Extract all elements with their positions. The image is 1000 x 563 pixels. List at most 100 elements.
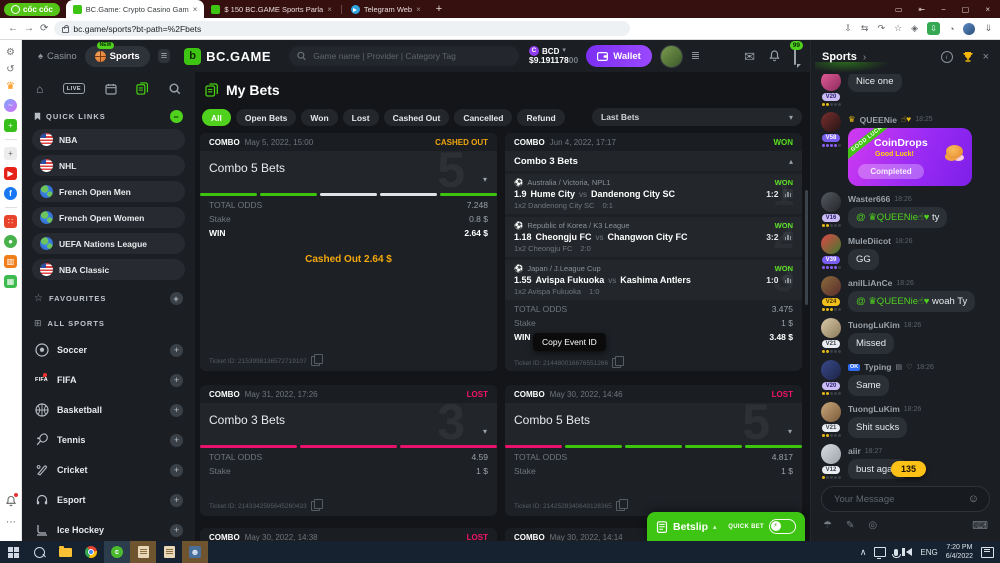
- expand-sport-button[interactable]: +: [170, 434, 183, 447]
- facebook-icon[interactable]: f: [4, 187, 17, 200]
- filter-cashed-out[interactable]: Cashed Out: [384, 109, 450, 126]
- taskbar-search-icon[interactable]: [26, 541, 52, 563]
- expand-caret-icon[interactable]: ▾: [788, 427, 792, 436]
- clock[interactable]: 7:20 PM 6/4/2022: [946, 543, 973, 561]
- mention[interactable]: @ ♛QUEENie☝♥: [856, 296, 929, 307]
- sidebar-sport-soccer[interactable]: Soccer +: [32, 335, 185, 365]
- username[interactable]: aiir: [848, 446, 861, 456]
- collapse-quick-links-button[interactable]: −: [170, 110, 183, 123]
- microphone-icon[interactable]: [894, 549, 898, 556]
- sidebar-item-nhl[interactable]: NHL: [32, 155, 185, 176]
- copy-icon[interactable]: [311, 501, 320, 511]
- tab-close-icon[interactable]: ×: [416, 5, 421, 14]
- username[interactable]: QUEENie: [860, 115, 897, 125]
- expand-sport-button[interactable]: +: [170, 344, 183, 357]
- avatar[interactable]: [821, 74, 841, 91]
- calendar-icon[interactable]: [105, 83, 117, 95]
- calculator-icon[interactable]: ▦: [4, 275, 17, 288]
- sidebar-item-nba-classic[interactable]: NBA Classic: [32, 259, 185, 280]
- filter-all[interactable]: All: [202, 109, 231, 126]
- action-center-icon[interactable]: [981, 547, 994, 558]
- settings-gear-icon[interactable]: ⚙: [6, 48, 15, 58]
- app-grid-icon[interactable]: ∷: [4, 215, 17, 228]
- share-icon[interactable]: ↷: [877, 23, 885, 34]
- user-avatar[interactable]: [660, 45, 683, 68]
- language-indicator[interactable]: ENG: [920, 548, 937, 557]
- filter-won[interactable]: Won: [301, 109, 337, 126]
- username[interactable]: MuleDiicot: [848, 236, 891, 246]
- coccoc-taskbar-icon[interactable]: c: [104, 541, 130, 563]
- extensions-icon[interactable]: ◔: [949, 24, 954, 34]
- sidebar-item-nba[interactable]: NBA: [32, 129, 185, 150]
- save-page-icon[interactable]: ⇩: [844, 23, 852, 34]
- bell-icon[interactable]: [769, 50, 780, 62]
- copy-icon[interactable]: [612, 358, 621, 368]
- sort-dropdown[interactable]: Last Bets ▾: [592, 108, 802, 126]
- username[interactable]: Waster666: [848, 194, 890, 204]
- copy-icon[interactable]: [616, 501, 625, 511]
- avatar[interactable]: [821, 360, 841, 380]
- chat-rules-icon[interactable]: ✎: [846, 520, 854, 531]
- window-maximize-button[interactable]: ▢: [962, 5, 970, 14]
- notifications-bell-icon[interactable]: [0, 495, 22, 507]
- speaker-icon[interactable]: [906, 548, 912, 556]
- sidebar-item-french-open-women[interactable]: French Open Women: [32, 207, 185, 228]
- expand-caret-icon[interactable]: ▾: [483, 427, 487, 436]
- tab-close-icon[interactable]: ×: [193, 5, 198, 14]
- expand-sport-button[interactable]: +: [170, 494, 183, 507]
- collapse-caret-icon[interactable]: ▴: [789, 157, 793, 166]
- window-minimize-button[interactable]: −: [941, 5, 946, 14]
- chat-close-icon[interactable]: ×: [983, 51, 989, 63]
- sidebar-sport-fifa[interactable]: FIFA FIFA +: [32, 365, 185, 395]
- translate-icon[interactable]: ⇆: [861, 23, 869, 34]
- add-favourite-button[interactable]: +: [170, 292, 183, 305]
- avatar[interactable]: [821, 112, 841, 132]
- add-shortcut-icon[interactable]: +: [4, 147, 17, 160]
- photos-app-icon[interactable]: ☻: [182, 541, 208, 563]
- network-icon[interactable]: [874, 547, 886, 557]
- wallet-button[interactable]: Wallet: [586, 45, 652, 67]
- url-field[interactable]: bc.game/sports?bt-path=%2Fbets: [54, 21, 630, 36]
- nav-sports[interactable]: NEW Sports: [85, 46, 150, 67]
- emoji-icon[interactable]: ☺: [968, 493, 979, 505]
- main-scrollbar[interactable]: [805, 190, 808, 305]
- games-icon[interactable]: +: [4, 119, 17, 132]
- sports-app-icon[interactable]: ●: [4, 235, 17, 248]
- tab-close-icon[interactable]: ×: [327, 5, 332, 14]
- sidebar-item-french-open-men[interactable]: French Open Men: [32, 181, 185, 202]
- betslip-bar[interactable]: Betslip ▴ QUICK BET ⚡: [647, 512, 805, 541]
- message-input[interactable]: [832, 493, 968, 506]
- tip-coin-icon[interactable]: ◎: [868, 520, 877, 531]
- search-input[interactable]: [311, 50, 511, 62]
- crown-rewards-icon[interactable]: ♛: [6, 82, 15, 92]
- pin-icon[interactable]: ⇤: [918, 5, 925, 14]
- my-bets-icon[interactable]: [136, 82, 149, 95]
- keyboard-icon[interactable]: ⌨: [972, 519, 988, 532]
- avatar[interactable]: [821, 318, 841, 338]
- chevron-right-icon[interactable]: ›: [863, 52, 866, 63]
- app-window-icon[interactable]: [130, 541, 156, 563]
- reader-mode-icon[interactable]: ▭: [895, 5, 903, 14]
- window-close-button[interactable]: ×: [985, 5, 990, 14]
- coindrops-completed-button[interactable]: Completed: [858, 164, 924, 179]
- avatar[interactable]: [821, 444, 841, 464]
- sidebar-sport-basketball[interactable]: Basketball +: [32, 395, 185, 425]
- sidebar-sport-esport[interactable]: Esport +: [32, 485, 185, 515]
- new-tab-button[interactable]: +: [436, 3, 442, 15]
- sidebar-sport-cricket[interactable]: Cricket +: [32, 455, 185, 485]
- start-button[interactable]: [0, 541, 26, 563]
- avatar[interactable]: [821, 192, 841, 212]
- browser-profile-avatar[interactable]: [963, 23, 975, 35]
- game-search[interactable]: [289, 46, 519, 66]
- browser-tab-bcgame[interactable]: BC.Game: Crypto Casino Gam ×: [66, 0, 205, 18]
- sidebar-sport-tennis[interactable]: Tennis +: [32, 425, 185, 455]
- coin-rain-icon[interactable]: ☂: [823, 520, 832, 531]
- filter-cancelled[interactable]: Cancelled: [454, 109, 512, 126]
- app-window-icon[interactable]: [156, 541, 182, 563]
- balance-selector[interactable]: C BCD ▾ $9.19117800: [529, 46, 578, 66]
- back-icon[interactable]: ←: [8, 23, 18, 34]
- profile-menu-icon[interactable]: ≣: [691, 51, 700, 62]
- youtube-icon[interactable]: ▶: [4, 167, 17, 180]
- chrome-icon[interactable]: [78, 541, 104, 563]
- avatar[interactable]: [821, 402, 841, 422]
